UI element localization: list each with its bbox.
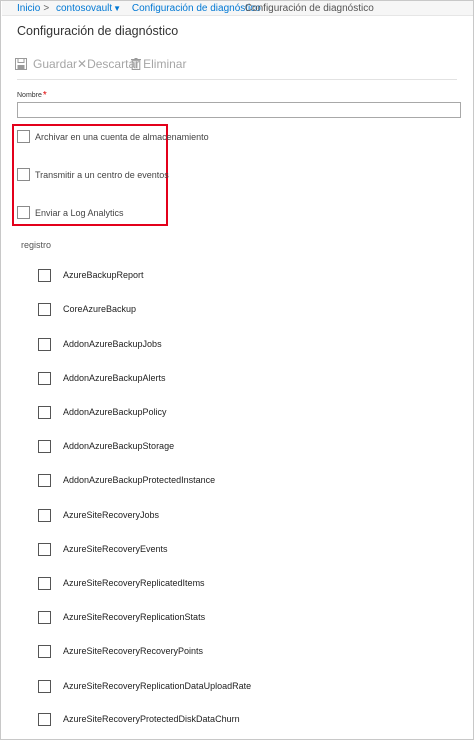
x-icon: ✕	[77, 57, 88, 71]
delete-button[interactable]: Eliminar	[131, 57, 187, 71]
log-category-item[interactable]: AzureSiteRecoveryReplicationDataUploadRa…	[38, 679, 251, 693]
toolbar-divider	[17, 79, 457, 80]
diagnostic-settings-blade: Inicio > contosovault▼ Configuración de d…	[0, 0, 474, 740]
log-category-checkbox[interactable]	[38, 576, 51, 590]
log-category-item[interactable]: AddonAzureBackupPolicy	[38, 405, 167, 419]
discard-button[interactable]: ✕ Descartar	[77, 57, 139, 71]
log-category-label: AzureSiteRecoveryEvents	[63, 544, 168, 554]
log-category-checkbox[interactable]	[38, 473, 51, 487]
breadcrumb-home-link[interactable]: Inicio	[17, 3, 40, 14]
log-category-label: AddonAzureBackupProtectedInstance	[63, 475, 216, 485]
log-category-label: AzureSiteRecoveryJobs	[63, 510, 160, 520]
breadcrumb: Inicio > contosovault▼ Configuración de d…	[17, 2, 374, 16]
log-category-checkbox[interactable]	[38, 610, 51, 624]
log-category-item[interactable]: AzureSiteRecoveryEvents	[38, 542, 168, 556]
breadcrumb-vault-link[interactable]: contosovault	[56, 3, 112, 14]
breadcrumb-current: Configuración de diagnóstico	[244, 3, 374, 14]
log-category-item[interactable]: AddonAzureBackupAlerts	[38, 371, 166, 385]
log-category-label: AddonAzureBackupJobs	[63, 339, 162, 349]
archive-storage-option[interactable]: Archivar en una cuenta de almacenamiento	[17, 130, 209, 143]
chevron-down-icon[interactable]: ▼	[113, 4, 121, 13]
save-button-label: Guardar	[33, 57, 78, 71]
log-category-item[interactable]: AzureBackupReport	[38, 268, 144, 282]
log-category-label: AzureSiteRecoveryProtectedDiskDataChurn	[63, 714, 240, 724]
log-category-item[interactable]: AzureSiteRecoveryReplicationStats	[38, 610, 205, 624]
breadcrumb-separator: >	[43, 3, 50, 14]
log-category-label: AddonAzureBackupPolicy	[63, 407, 167, 417]
log-category-label: AzureSiteRecoveryReplicationStats	[63, 612, 206, 622]
delete-button-label: Eliminar	[143, 57, 187, 71]
log-category-checkbox[interactable]	[38, 302, 51, 316]
send-log-analytics-option[interactable]: Enviar a Log Analytics	[17, 206, 124, 219]
log-section-title: registro	[21, 240, 52, 250]
log-category-item[interactable]: AzureSiteRecoveryReplicatedItems	[38, 576, 205, 590]
archive-storage-checkbox[interactable]	[17, 130, 30, 143]
log-category-item[interactable]: AddonAzureBackupJobs	[38, 337, 162, 351]
log-category-checkbox[interactable]	[38, 371, 51, 385]
breadcrumb-section-link[interactable]: Configuración de diagnóstico	[132, 3, 261, 14]
log-category-label: AzureSiteRecoveryReplicatedItems	[63, 578, 205, 588]
stream-event-hub-label: Transmitir a un centro de eventos	[35, 169, 169, 180]
log-category-label: AzureBackupReport	[63, 270, 144, 280]
stream-event-hub-checkbox[interactable]	[17, 168, 30, 181]
log-category-label: CoreAzureBackup	[63, 304, 137, 314]
log-category-checkbox[interactable]	[38, 508, 51, 522]
name-label: Nombre*	[17, 89, 47, 101]
log-category-checkbox[interactable]	[38, 712, 51, 726]
name-input[interactable]	[17, 102, 461, 118]
page-title: Configuración de diagnóstico	[17, 24, 179, 38]
required-asterisk: *	[42, 90, 47, 101]
log-category-checkbox[interactable]	[38, 679, 51, 693]
log-category-item[interactable]: AzureSiteRecoveryProtectedDiskDataChurn	[38, 712, 240, 726]
log-category-item[interactable]: AzureSiteRecoveryRecoveryPoints	[38, 644, 203, 658]
log-category-item[interactable]: AddonAzureBackupStorage	[38, 439, 174, 453]
log-category-item[interactable]: AddonAzureBackupProtectedInstance	[38, 473, 215, 487]
log-category-checkbox[interactable]	[38, 268, 51, 282]
save-button[interactable]: Guardar	[15, 57, 77, 71]
save-icon	[15, 58, 27, 70]
send-log-analytics-checkbox[interactable]	[17, 206, 30, 219]
stream-event-hub-option[interactable]: Transmitir a un centro de eventos	[17, 168, 169, 181]
log-category-checkbox[interactable]	[38, 644, 51, 658]
archive-storage-label: Archivar en una cuenta de almacenamiento	[35, 131, 209, 142]
log-category-label: AzureSiteRecoveryRecoveryPoints	[63, 646, 204, 656]
log-category-label: AzureSiteRecoveryReplicationDataUploadRa…	[63, 681, 252, 691]
log-category-checkbox[interactable]	[38, 439, 51, 453]
log-category-checkbox[interactable]	[38, 542, 51, 556]
log-category-checkbox[interactable]	[38, 405, 51, 419]
log-category-item[interactable]: AzureSiteRecoveryJobs	[38, 508, 159, 522]
log-category-label: AddonAzureBackupAlerts	[63, 373, 166, 383]
send-log-analytics-label: Enviar a Log Analytics	[35, 207, 124, 218]
toolbar: Guardar ✕ Descartar Eliminar	[15, 55, 186, 73]
log-category-label: AddonAzureBackupStorage	[63, 441, 175, 451]
name-label-text: Nombre	[17, 92, 42, 99]
log-category-item[interactable]: CoreAzureBackup	[38, 302, 136, 316]
trash-icon	[131, 58, 142, 70]
log-category-checkbox[interactable]	[38, 337, 51, 351]
